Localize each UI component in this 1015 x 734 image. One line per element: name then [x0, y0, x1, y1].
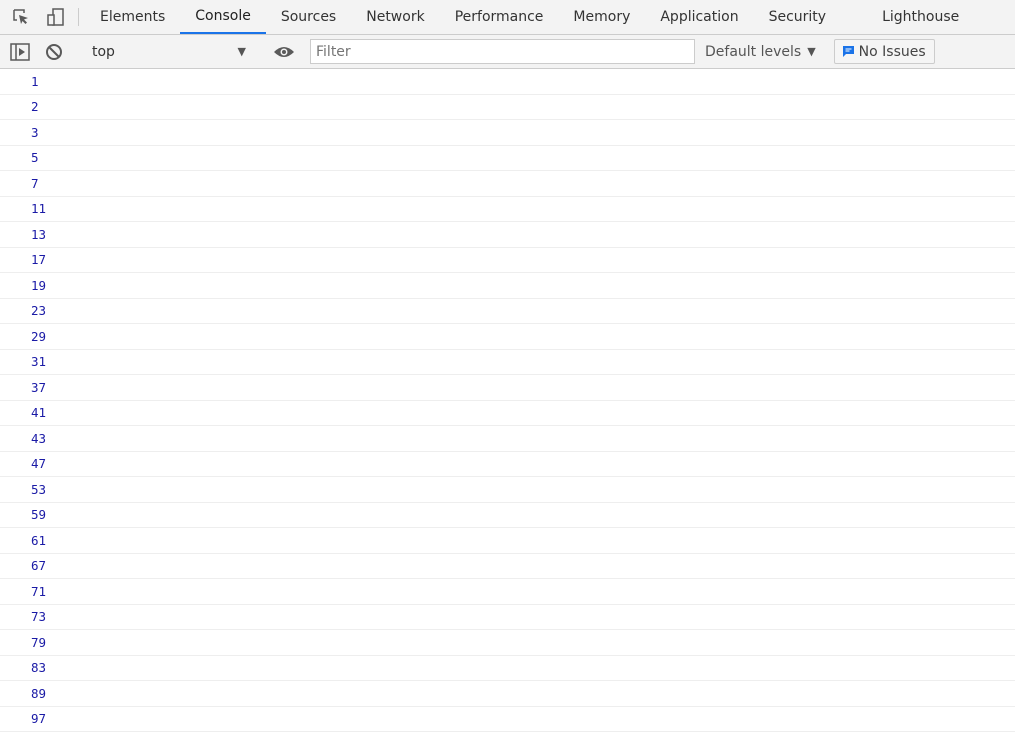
console-log-row: 79	[0, 630, 1015, 656]
log-value: 67	[31, 558, 47, 574]
log-value: 19	[31, 277, 47, 293]
console-log-row: 61	[0, 528, 1015, 554]
log-value: 97	[31, 711, 47, 727]
log-value: 43	[31, 430, 47, 446]
clear-console-icon[interactable]	[37, 43, 71, 61]
log-value: 23	[31, 303, 47, 319]
tab-performance[interactable]: Performance	[440, 0, 559, 34]
tab-sources[interactable]: Sources	[266, 0, 351, 34]
log-value: 83	[31, 660, 47, 676]
console-messages: 1 2 3 5 7 11 13 17 19 23 29 31 37 41 43 47 53 59 61 67 71 73 7…	[0, 69, 1015, 732]
console-log-row: 71	[0, 579, 1015, 605]
log-value: 41	[31, 405, 47, 421]
chevron-down-icon: ▼	[807, 45, 816, 58]
log-value: 89	[31, 685, 47, 701]
console-log-row: 47	[0, 452, 1015, 477]
tab-lighthouse[interactable]: Lighthouse	[867, 0, 974, 34]
log-value: 17	[31, 252, 47, 268]
console-log-row: 73	[0, 605, 1015, 630]
log-value: 1	[31, 73, 39, 89]
log-value: 2	[31, 99, 39, 115]
console-log-row: 2	[0, 95, 1015, 120]
console-log-row: 1	[0, 69, 1015, 95]
console-log-row: 13	[0, 222, 1015, 248]
log-value: 53	[31, 481, 47, 497]
console-log-row: 59	[0, 503, 1015, 528]
inspect-element-icon[interactable]	[4, 0, 38, 34]
tab-network[interactable]: Network	[351, 0, 439, 34]
console-log-row: 43	[0, 426, 1015, 452]
tab-memory[interactable]: Memory	[558, 0, 645, 34]
filter-input[interactable]	[310, 39, 695, 64]
tab-security[interactable]: Security	[754, 0, 868, 34]
console-log-row: 29	[0, 324, 1015, 350]
console-log-row: 83	[0, 656, 1015, 681]
context-selector[interactable]: top ▼	[84, 44, 254, 60]
log-value: 11	[31, 201, 47, 217]
console-log-row: 97	[0, 707, 1015, 732]
log-value: 31	[31, 354, 47, 370]
log-value: 79	[31, 634, 47, 650]
tab-elements[interactable]: Elements	[85, 0, 180, 34]
divider	[78, 8, 79, 26]
console-log-row: 31	[0, 350, 1015, 375]
device-toolbar-icon[interactable]	[38, 0, 72, 34]
tab-console[interactable]: Console	[180, 0, 266, 34]
log-value: 47	[31, 456, 47, 472]
issues-label: No Issues	[858, 43, 926, 60]
console-log-row: 3	[0, 120, 1015, 146]
console-log-row: 53	[0, 477, 1015, 503]
console-log-row: 37	[0, 375, 1015, 401]
log-value: 7	[31, 175, 39, 191]
log-value: 59	[31, 507, 47, 523]
levels-label: Default levels	[705, 43, 802, 60]
devtools-tabbar: Elements Console Sources Network Perform…	[0, 0, 1015, 35]
chevron-down-icon: ▼	[237, 45, 246, 58]
console-log-row: 67	[0, 554, 1015, 579]
console-log-row: 41	[0, 401, 1015, 426]
issue-message-icon	[842, 46, 854, 57]
console-log-row: 7	[0, 171, 1015, 197]
show-sidebar-icon[interactable]	[3, 42, 37, 61]
console-log-row: 5	[0, 146, 1015, 171]
live-expression-eye-icon[interactable]	[267, 45, 301, 59]
log-value: 61	[31, 532, 47, 548]
log-value: 3	[31, 124, 39, 140]
console-log-row: 23	[0, 299, 1015, 324]
log-value: 73	[31, 609, 47, 625]
log-levels-dropdown[interactable]: Default levels ▼	[705, 44, 816, 60]
console-toolbar: top ▼ Default levels ▼ No Issues	[0, 35, 1015, 69]
issues-button[interactable]: No Issues	[833, 39, 935, 64]
console-log-row: 17	[0, 248, 1015, 273]
log-value: 13	[31, 226, 47, 242]
log-value: 5	[31, 150, 39, 166]
console-log-row: 19	[0, 273, 1015, 299]
log-value: 37	[31, 379, 47, 395]
log-value: 71	[31, 583, 47, 599]
context-value: top	[92, 43, 115, 60]
log-value: 29	[31, 328, 47, 344]
tab-application[interactable]: Application	[645, 0, 753, 34]
console-log-row: 89	[0, 681, 1015, 707]
console-log-row: 11	[0, 197, 1015, 222]
